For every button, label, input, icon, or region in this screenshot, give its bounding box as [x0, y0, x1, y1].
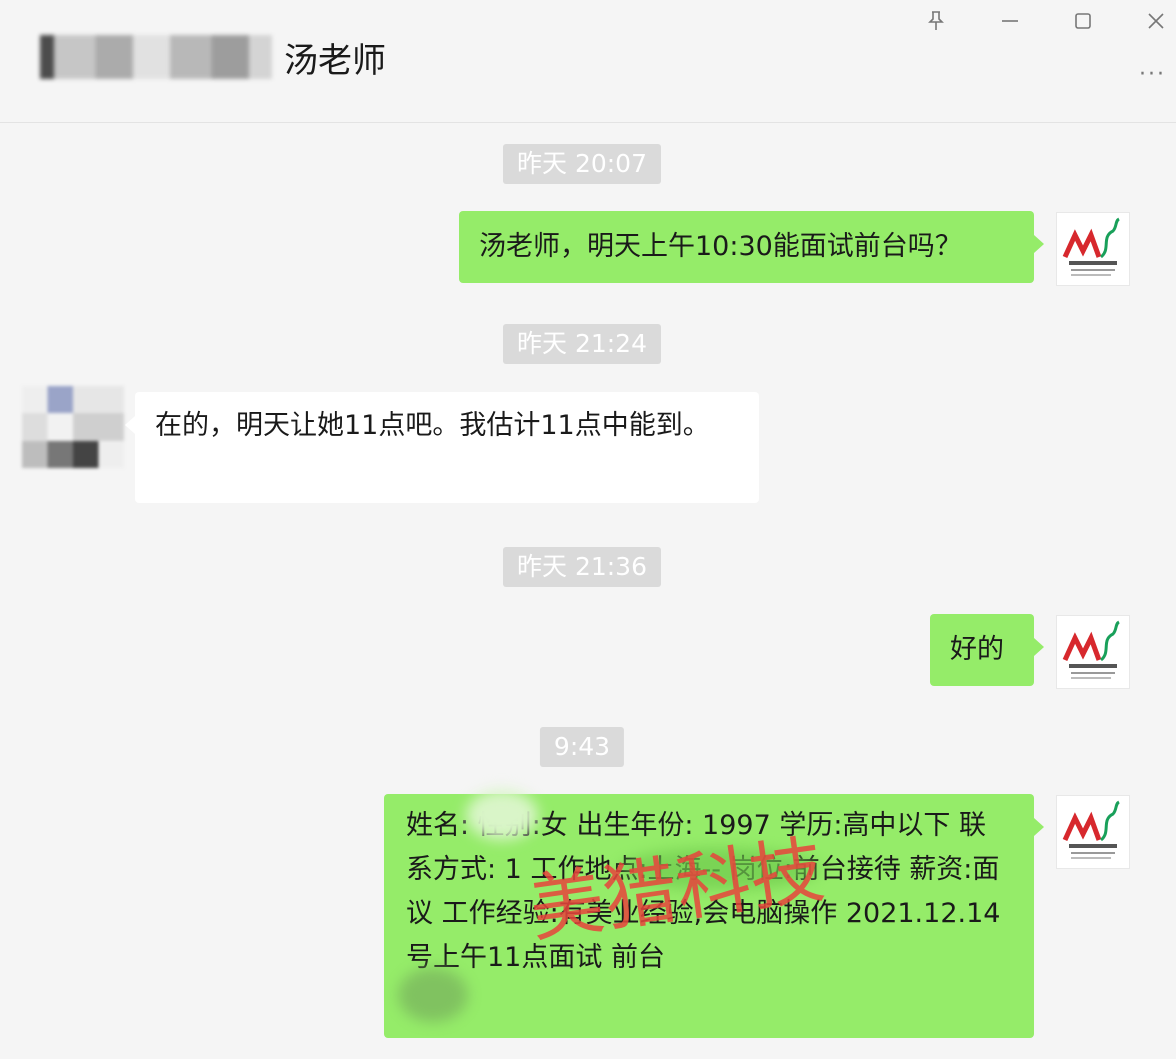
- avatar[interactable]: [1056, 615, 1130, 689]
- maximize-icon: [1075, 13, 1091, 29]
- pin-button[interactable]: [916, 6, 956, 36]
- message-bubble-received[interactable]: 在的，明天让她11点吧。我估计11点中能到。: [125, 392, 759, 503]
- close-button[interactable]: [1136, 6, 1176, 36]
- timestamp: 昨天 20:07: [503, 144, 661, 184]
- minimize-icon: [1002, 20, 1018, 22]
- more-options-button[interactable]: ···: [1139, 62, 1166, 87]
- company-logo-icon: [1062, 217, 1120, 276]
- company-logo-icon: [1062, 800, 1120, 859]
- message-text: 汤老师，明天上午10:30能面试前台吗？: [479, 231, 962, 262]
- avatar[interactable]: [22, 386, 124, 468]
- message-text: 好的: [950, 634, 1004, 665]
- timestamp: 昨天 21:24: [503, 324, 661, 364]
- minimize-button[interactable]: [990, 6, 1030, 36]
- close-icon: [1148, 13, 1164, 29]
- redacted-title-part: [40, 35, 272, 79]
- timestamp: 9:43: [539, 727, 625, 767]
- timestamp: 昨天 21:36: [503, 547, 661, 587]
- chat-title-text: 汤老师: [284, 40, 386, 81]
- message-bubble-sent[interactable]: 汤老师，明天上午10:30能面试前台吗？: [459, 211, 1044, 283]
- message-bubble-sent[interactable]: 好的: [930, 614, 1044, 686]
- pin-icon: [928, 11, 944, 30]
- redaction-blur: [398, 968, 468, 1022]
- maximize-button[interactable]: [1063, 6, 1103, 36]
- message-text: 在的，明天让她11点吧。我估计11点中能到。: [155, 410, 710, 441]
- redaction-blur: [466, 790, 538, 840]
- chat-title: 汤老师: [40, 32, 386, 82]
- avatar[interactable]: [1056, 212, 1130, 286]
- avatar[interactable]: [1056, 795, 1130, 869]
- chat-header: 汤老师 ···: [0, 0, 1176, 123]
- company-logo-icon: [1062, 620, 1120, 679]
